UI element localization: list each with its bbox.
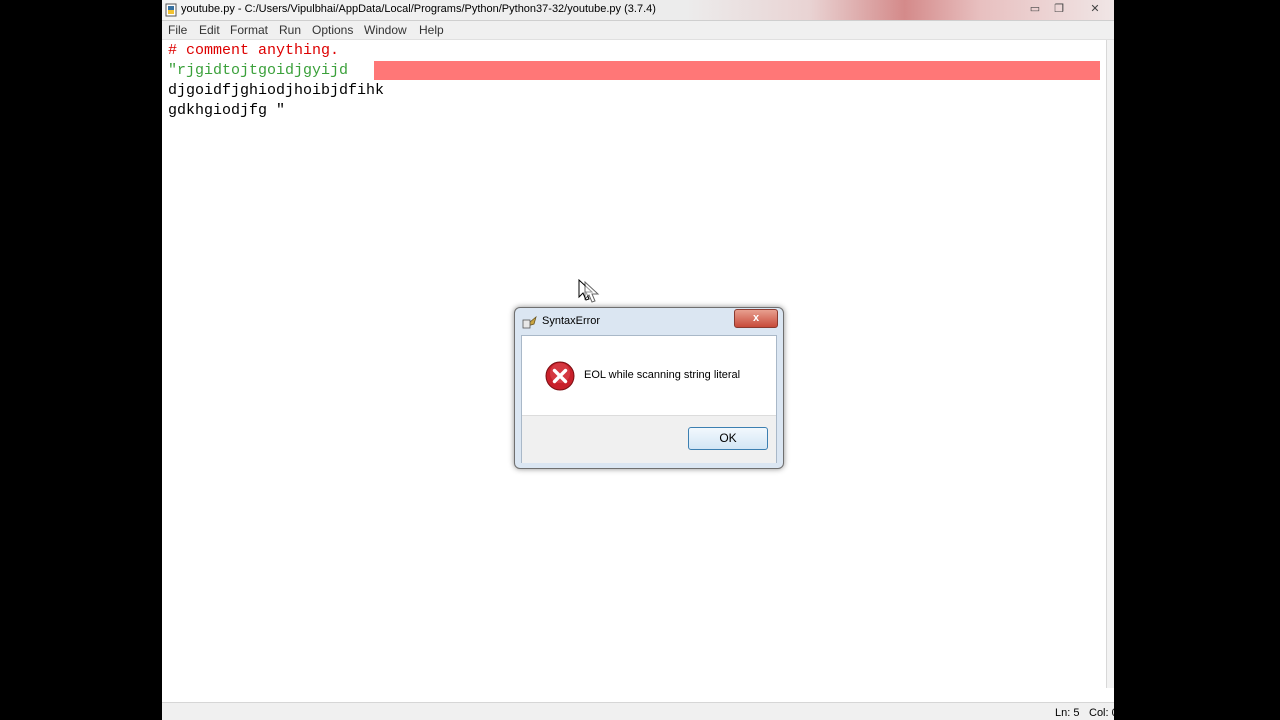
line-number-status: Ln: 5 bbox=[1055, 707, 1080, 719]
error-highlight bbox=[374, 61, 1100, 80]
menu-options[interactable]: Options bbox=[312, 23, 353, 37]
code-line-4: gdkhgiodjfg " bbox=[168, 101, 285, 121]
dialog-close-button[interactable]: x bbox=[734, 309, 778, 328]
code-line-2: "rjgidtojtgoidjgyijd bbox=[168, 62, 349, 79]
close-button[interactable]: ✕ bbox=[1086, 2, 1104, 16]
menu-help[interactable]: Help bbox=[419, 23, 444, 37]
code-line-3: djgoidfjghiodjhoibjdfihk bbox=[168, 82, 385, 99]
code-line-1: # comment anything. bbox=[168, 42, 340, 59]
menu-bar: File Edit Format Run Options Window Help bbox=[162, 21, 1114, 40]
syntax-error-dialog: SyntaxError x EOL while scanning string … bbox=[514, 307, 784, 469]
minimize-button[interactable]: ▭ bbox=[1026, 2, 1044, 16]
menu-edit[interactable]: Edit bbox=[199, 23, 220, 37]
error-icon bbox=[545, 361, 575, 391]
menu-format[interactable]: Format bbox=[230, 23, 268, 37]
error-message: EOL while scanning string literal bbox=[584, 369, 741, 381]
feather-icon bbox=[522, 315, 537, 329]
status-bar: Ln: 5 Col: 0 bbox=[162, 702, 1114, 720]
window-title: youtube.py - C:/Users/Vipulbhai/AppData/… bbox=[181, 3, 656, 15]
dialog-body: EOL while scanning string literal OK bbox=[521, 335, 777, 463]
menu-window[interactable]: Window bbox=[364, 23, 407, 37]
dialog-footer: OK bbox=[522, 415, 776, 463]
code-line-4-text: gdkhgiodjfg " bbox=[168, 102, 286, 119]
python-file-icon bbox=[165, 3, 177, 17]
menu-file[interactable]: File bbox=[168, 23, 187, 37]
menu-run[interactable]: Run bbox=[279, 23, 301, 37]
title-bar[interactable]: youtube.py - C:/Users/Vipulbhai/AppData/… bbox=[162, 0, 1114, 21]
vertical-scrollbar[interactable] bbox=[1106, 40, 1114, 688]
mouse-pointer-icon bbox=[578, 279, 600, 303]
dialog-title: SyntaxError bbox=[542, 315, 601, 327]
ok-button[interactable]: OK bbox=[688, 427, 768, 450]
column-number-status: Col: 0 bbox=[1089, 707, 1114, 719]
maximize-button[interactable]: ❐ bbox=[1050, 2, 1068, 16]
